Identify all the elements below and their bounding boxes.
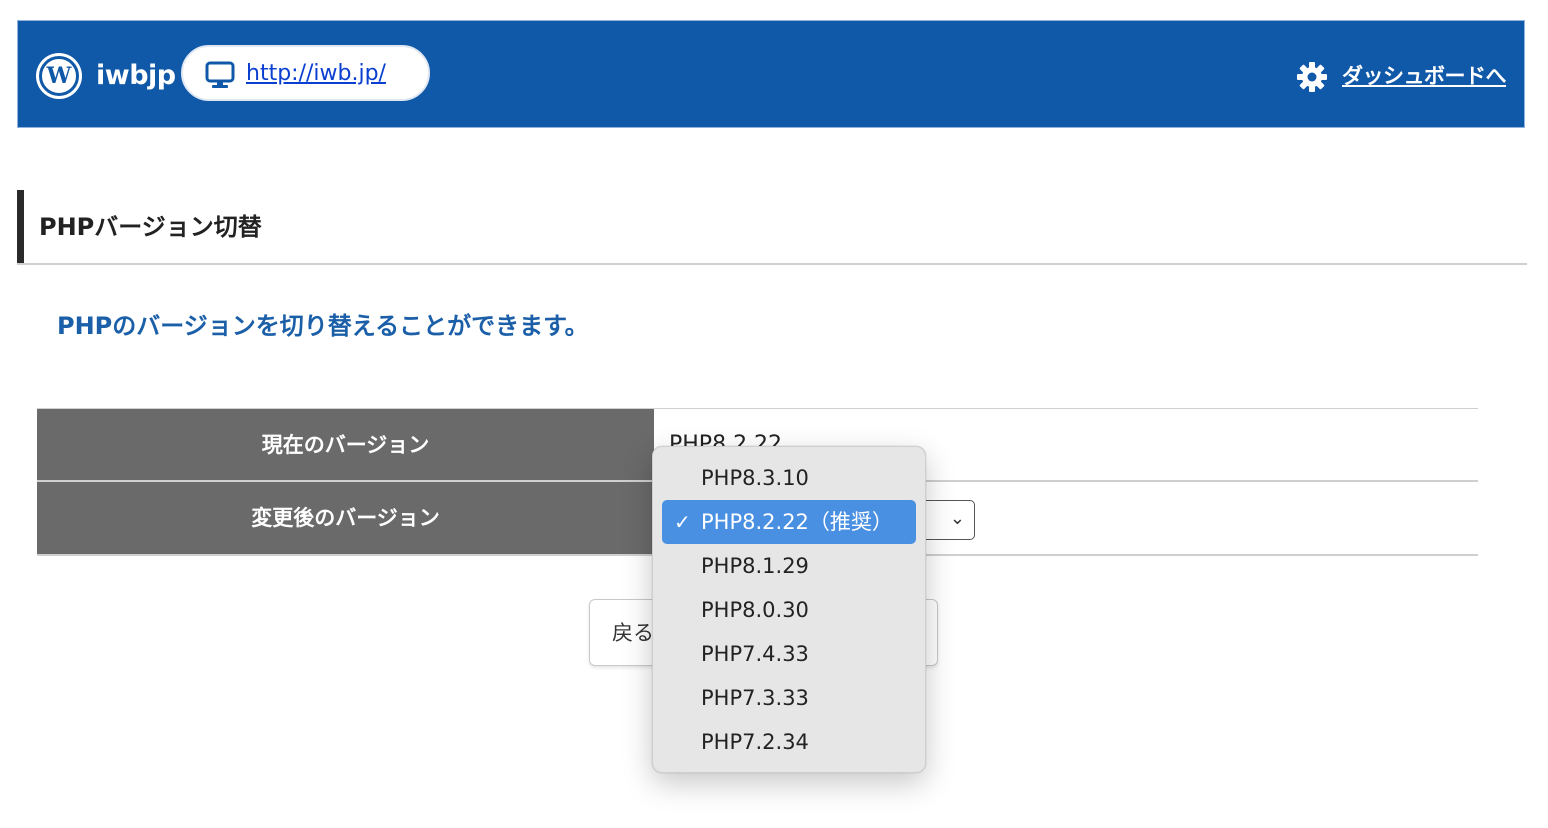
gear-icon [1297, 62, 1327, 92]
dropdown-option[interactable]: PHP8.1.29 [662, 544, 916, 588]
wordpress-logo-letter: W [39, 56, 79, 96]
dropdown-option-label: PHP7.3.33 [701, 686, 809, 710]
top-header: W iwbjp http://iwb.jp/ ダッシュボードへ [17, 20, 1525, 128]
dropdown-option-selected[interactable]: ✓ PHP8.2.22（推奨） [662, 500, 916, 544]
version-dropdown-menu[interactable]: PHP8.3.10 ✓ PHP8.2.22（推奨） PHP8.1.29 PHP8… [652, 446, 926, 773]
dropdown-option-label: PHP8.0.30 [701, 598, 809, 622]
page-title: PHPバージョン切替 [39, 213, 262, 241]
site-url-pill[interactable]: http://iwb.jp/ [181, 45, 430, 101]
site-url-link[interactable]: http://iwb.jp/ [246, 59, 386, 89]
dropdown-option[interactable]: PHP7.2.34 [662, 720, 916, 764]
site-name: iwbjp [96, 60, 176, 91]
section-title-bar [17, 190, 24, 263]
dropdown-option-label: PHP7.2.34 [701, 730, 809, 754]
dropdown-option-label: PHP8.3.10 [701, 466, 809, 490]
wordpress-logo-icon[interactable]: W [36, 53, 82, 99]
dropdown-option[interactable]: PHP8.0.30 [662, 588, 916, 632]
dropdown-option[interactable]: PHP8.3.10 [662, 456, 916, 500]
chevron-down-icon: ⌄ [949, 508, 965, 529]
dropdown-option[interactable]: PHP7.4.33 [662, 632, 916, 676]
dropdown-option-label: PHP8.2.22（推奨） [701, 510, 893, 534]
page-description: PHPのバージョンを切り替えることができます。 [57, 312, 589, 340]
dashboard-link[interactable]: ダッシュボードへ [1342, 59, 1507, 93]
dropdown-option-label: PHP8.1.29 [701, 554, 809, 578]
back-button-label: 戻る [612, 621, 654, 645]
dropdown-option-label: PHP7.4.33 [701, 642, 809, 666]
new-version-label: 変更後のバージョン [37, 482, 654, 554]
dropdown-option[interactable]: PHP7.3.33 [662, 676, 916, 720]
section-title: PHPバージョン切替 [17, 190, 1527, 265]
monitor-icon [205, 61, 235, 88]
current-version-label: 現在のバージョン [37, 409, 654, 480]
checkmark-icon: ✓ [674, 510, 691, 534]
